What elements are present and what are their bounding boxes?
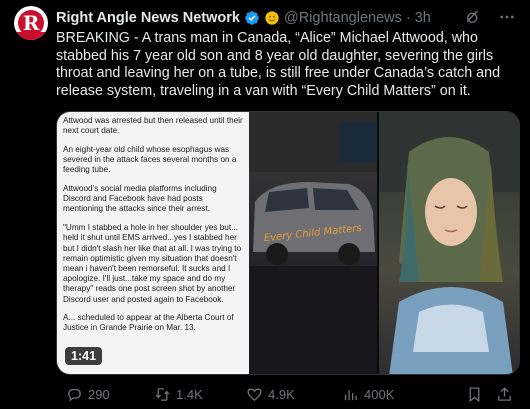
header-icons — [464, 8, 516, 26]
reply-count: 290 — [88, 387, 110, 402]
smiley-badge-icon — [265, 11, 279, 25]
article-paragraph: A... scheduled to appear at the Alberta … — [63, 313, 234, 333]
article-paragraph: Attwood was arrested but then released u… — [63, 116, 243, 136]
article-paragraph: An eight-year old child whose esophagus … — [63, 144, 237, 175]
post-header: Right Angle News Network @Rightanglenews… — [56, 9, 431, 27]
article-screenshot: Attwood was arrested but then released u… — [57, 112, 249, 374]
article-paragraph: Attwood’s social media platforms includi… — [63, 184, 217, 214]
selfie-illustration — [379, 112, 519, 374]
separator: · — [405, 10, 411, 26]
verified-badge-icon[interactable] — [244, 10, 260, 26]
like-icon — [247, 388, 262, 401]
share-button[interactable] — [496, 386, 513, 403]
author-handle[interactable]: @Rightanglenews — [284, 10, 402, 26]
van-illustration: Every Child Matters — [249, 112, 377, 374]
repost-icon — [155, 388, 170, 401]
video-duration: 1:41 — [65, 347, 103, 365]
bookmark-button[interactable] — [466, 386, 483, 403]
views-icon — [344, 390, 357, 401]
repost-button[interactable]: 1.4K — [154, 386, 203, 403]
article-paragraph: "Umm I stabbed a hole in her shoulder ye… — [63, 223, 242, 304]
selfie-photo — [379, 112, 519, 374]
more-icon[interactable] — [498, 8, 516, 26]
avatar[interactable]: R — [14, 6, 48, 40]
post-text: BREAKING - A trans man in Canada, “Alice… — [56, 30, 501, 99]
grok-icon[interactable] — [464, 8, 482, 26]
like-count: 4.9K — [268, 387, 295, 402]
reply-icon — [68, 388, 81, 402]
post-media[interactable]: Attwood was arrested but then released u… — [56, 111, 520, 375]
author-name[interactable]: Right Angle News Network — [56, 10, 240, 26]
reply-button[interactable]: 290 — [66, 386, 110, 403]
bookmark-icon — [469, 387, 480, 403]
views-button[interactable]: 400K — [342, 386, 394, 403]
post-time[interactable]: 3h — [415, 10, 431, 26]
like-button[interactable]: 4.9K — [246, 386, 295, 403]
van-photo: Every Child Matters — [249, 112, 377, 374]
avatar-bar — [14, 32, 48, 40]
share-icon — [498, 387, 511, 401]
views-count: 400K — [364, 387, 395, 402]
action-bar: 290 1.4K 4.9K 400K — [56, 386, 520, 406]
repost-count: 1.4K — [176, 387, 203, 402]
